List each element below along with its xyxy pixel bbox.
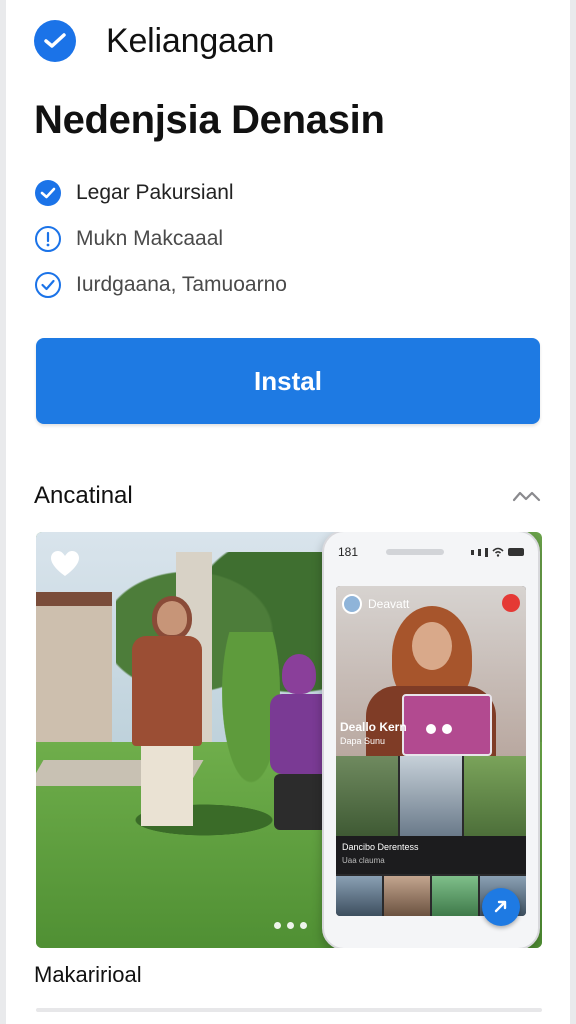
- feature-label: Mukn Makcaaal: [76, 227, 224, 250]
- feature-label: Iurdgaana, Tamuoarno: [76, 273, 287, 296]
- heart-icon[interactable]: [50, 550, 80, 578]
- feature-item: Mukn Makcaaal: [34, 216, 287, 262]
- avatar: [342, 594, 362, 614]
- app-header: Keliangaan: [34, 16, 274, 66]
- phone-mockup: 181 Deavatt Deallo Kern Dapa Sunu Dancib…: [322, 532, 540, 948]
- phone-status-bar: 181: [324, 532, 538, 572]
- info-panel: Dancibo Derentess Uaa clauma: [336, 836, 526, 874]
- check-circle-outline-icon: [35, 272, 61, 298]
- screenshots-section-header: Ancatinal: [34, 482, 542, 510]
- share-button[interactable]: [482, 888, 520, 926]
- feature-label: Legar Pakursianl: [76, 181, 234, 204]
- check-circle-filled-icon: [35, 180, 61, 206]
- photo-house: [36, 592, 112, 756]
- page-title: Nedenjsia Denasin: [34, 98, 385, 142]
- footer-section-title: Makaririoal: [34, 962, 142, 987]
- video-top-bar: Deavatt: [342, 594, 409, 614]
- participant-grid: [336, 756, 526, 836]
- status-time: 181: [338, 545, 359, 559]
- phone-screen: Deavatt Deallo Kern Dapa Sunu Dancibo De…: [336, 586, 526, 916]
- info-title: Dancibo Derentess: [342, 842, 419, 852]
- status-icons: [471, 547, 524, 557]
- wifi-icon: [492, 547, 504, 557]
- phone-notch: [385, 549, 444, 555]
- section-title: Ancatinal: [34, 482, 133, 509]
- share-arrow-icon: [494, 900, 507, 913]
- chevron-wave-icon[interactable]: [512, 488, 542, 504]
- video-call-view[interactable]: Deavatt Deallo Kern Dapa Sunu: [336, 586, 526, 756]
- install-button[interactable]: Instal: [36, 338, 540, 424]
- feature-item: Iurdgaana, Tamuoarno: [34, 262, 287, 308]
- info-subtitle: Uaa clauma: [342, 856, 385, 865]
- record-icon[interactable]: [502, 594, 520, 612]
- carousel-dots[interactable]: [274, 922, 307, 929]
- screenshot-carousel[interactable]: 181 Deavatt Deallo Kern Dapa Sunu Dancib…: [36, 532, 542, 948]
- feature-item: Legar Pakursianl: [34, 170, 287, 216]
- video-dots: [426, 724, 452, 734]
- info-circle-icon: [35, 226, 61, 252]
- feature-list: Legar Pakursianl Mukn Makcaaal Iurdgaana…: [34, 170, 287, 308]
- photo-person-standing: [132, 596, 202, 826]
- app-name: Keliangaan: [106, 21, 275, 60]
- video-caption: Deallo Kern: [340, 720, 407, 734]
- app-detail-page: Keliangaan Nedenjsia Denasin Legar Pakur…: [6, 0, 570, 1024]
- video-caption-sub: Dapa Sunu: [340, 736, 386, 746]
- video-top-label: Deavatt: [368, 597, 410, 611]
- divider: [36, 1008, 542, 1012]
- verified-check-icon: [34, 20, 76, 62]
